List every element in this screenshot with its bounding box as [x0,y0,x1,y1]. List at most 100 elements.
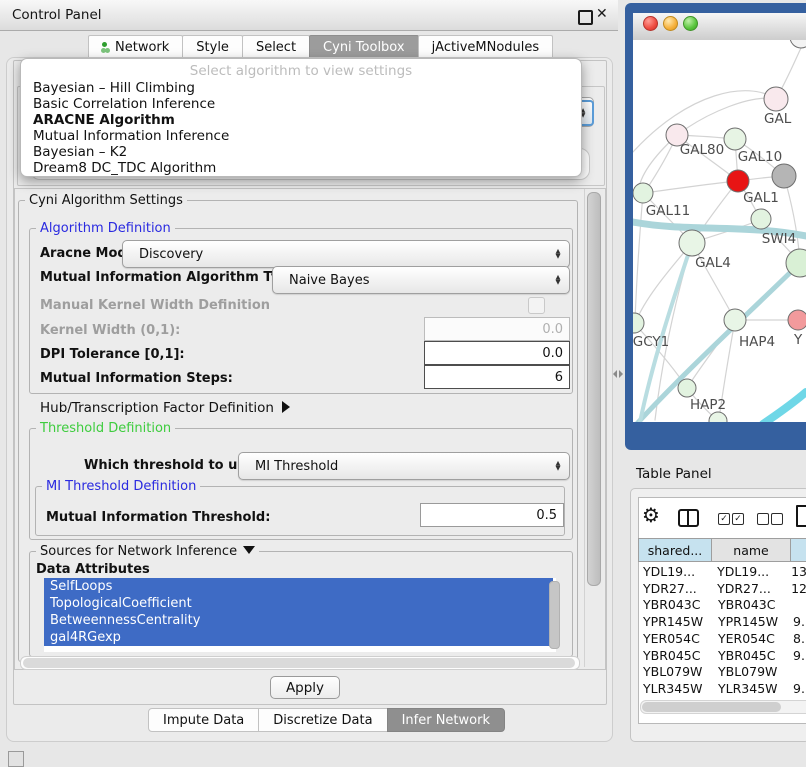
column-header-name[interactable]: name [712,538,791,562]
column-header-shared[interactable]: shared... [638,538,712,562]
dropdown-item-mutual-information-inference[interactable]: Mutual Information Inference [21,128,581,144]
table-cell: YBR045C [638,648,710,663]
network-edge[interactable] [635,193,643,320]
new-column-icon[interactable] [796,505,806,527]
dropdown-item-aracne-algorithm[interactable]: ARACNE Algorithm [21,112,581,128]
table-cell: YPR145W [710,614,788,629]
network-node-y[interactable] [788,310,806,330]
mi-type-combo[interactable]: Naive Bayes ▲▼ [272,266,570,294]
attribute-item-gal4rgexp[interactable]: gal4RGexp [44,629,553,646]
table-row[interactable]: YBL079WYBL079W [638,664,806,681]
tab-cyni-toolbox[interactable]: Cyni Toolbox [309,35,419,59]
horizontal-scrollbar[interactable] [20,656,580,670]
network-node-hap4[interactable] [724,309,746,331]
column-header-3[interactable] [791,538,806,562]
table-row[interactable]: YDR27...YDR27...12 [638,580,806,597]
dpi-tolerance-label: DPI Tolerance [0,1]: [40,347,185,362]
network-graph[interactable]: GALGAL80GAL10GAL1GAL11SWI4GAL4GCY1HAP4YH… [633,40,806,422]
network-edge[interactable] [763,392,806,422]
window-minimize-icon[interactable] [663,16,678,31]
network-node-gal1[interactable] [727,170,749,192]
select-all-checkbox-icon[interactable]: ✓ [718,513,730,525]
table-cell: YLR345W [710,681,788,696]
aracne-mode-value: Discovery [123,247,550,262]
dropdown-item-basic-correlation-inference[interactable]: Basic Correlation Inference [21,96,581,112]
table-row[interactable]: YPR145WYPR145W9. [638,613,806,630]
tab-infer-network[interactable]: Infer Network [387,708,505,732]
network-node-gal4[interactable] [679,230,705,256]
tab-discretize-data[interactable]: Discretize Data [258,708,387,732]
window-close-icon[interactable] [643,16,658,31]
mi-threshold-label: Mutual Information Threshold: [46,510,270,525]
tab-jactivemnodules[interactable]: jActiveMNodules [418,35,554,59]
deselect-all-checkbox-icon[interactable] [757,513,769,525]
sources-title[interactable]: Sources for Network Inference [36,544,259,559]
list-scrollbar-thumb[interactable] [549,581,560,649]
split-divider-left-icon[interactable] [613,370,617,378]
which-threshold-combo[interactable]: MI Threshold ▲▼ [238,452,570,480]
table-row[interactable]: YLR345WYLR345W9. [638,680,806,697]
network-edge[interactable] [636,243,692,321]
tab-style[interactable]: Style [182,35,243,59]
network-node-gcy1[interactable] [633,313,644,333]
network-icon [102,42,107,47]
network-node-gal[interactable] [764,87,788,111]
split-divider-right-icon[interactable] [619,370,623,378]
network-node[interactable] [751,209,771,229]
close-icon[interactable]: ✕ [596,6,608,22]
table-cell: YBR043C [638,597,710,612]
tab-impute-data[interactable]: Impute Data [148,708,259,732]
mi-threshold-field[interactable]: 0.5 [420,503,564,527]
table-cell: 8. [788,631,805,646]
manual-kernel-label: Manual Kernel Width Definition [40,298,270,313]
vertical-scrollbar-thumb[interactable] [587,192,601,586]
network-node-hap2[interactable] [678,379,696,397]
deselect-all-checkbox-icon[interactable] [771,513,783,525]
node-label-gal: GAL [764,111,792,127]
table-row[interactable]: YDL19...YDL19...13 [638,563,806,580]
which-threshold-label: Which threshold to use: [84,458,259,473]
attribute-item-selfloops[interactable]: SelfLoops [44,578,553,595]
network-node[interactable] [790,40,806,48]
manual-kernel-checkbox [528,297,545,314]
mi-threshold-value: 0.5 [536,508,557,523]
attribute-item-betweennesscentrality[interactable]: BetweennessCentrality [44,612,553,629]
dropdown-item-bayesian-k2[interactable]: Bayesian – K2 [21,144,581,160]
kernel-width-value: 0.0 [542,322,563,337]
network-edge[interactable] [677,98,776,135]
network-window-titlebar[interactable] [633,13,806,41]
table-cell: 13 [786,564,806,579]
table-row[interactable]: YBR043CYBR043C [638,597,806,614]
dropdown-item-dream8-dc-tdc-algorithm[interactable]: Dream8 DC_TDC Algorithm [21,160,581,176]
attribute-item-topologicalcoefficient[interactable]: TopologicalCoefficient [44,595,553,612]
combo-spinner-icon: ▲▼ [550,275,566,286]
bottom-tabs: Impute DataDiscretize DataInfer Network [148,708,504,732]
network-node[interactable] [709,412,727,422]
float-panel-icon[interactable] [578,10,593,25]
network-edge[interactable] [643,181,738,193]
network-node-gal10[interactable] [724,128,746,150]
apply-button[interactable]: Apply [270,676,340,699]
network-node-gal11[interactable] [633,183,653,203]
dropdown-item-bayesian-hill-climbing[interactable]: Bayesian – Hill Climbing [21,80,581,96]
dock-panel-icon[interactable] [8,751,24,767]
dropdown-items: Bayesian – Hill ClimbingBasic Correlatio… [21,80,581,176]
data-attributes-list[interactable]: SelfLoopsTopologicalCoefficientBetweenne… [44,578,556,652]
tab-network[interactable]: Network [88,35,183,59]
gear-icon[interactable]: ⚙ [642,503,660,527]
tab-select[interactable]: Select [242,35,310,59]
network-node[interactable] [772,164,796,188]
table-row[interactable]: YBR045CYBR045C9. [638,647,806,664]
table-row[interactable]: YER054CYER054C8. [638,630,806,647]
mi-steps-field[interactable]: 6 [424,365,570,389]
dpi-tolerance-field[interactable]: 0.0 [424,341,570,365]
split-pane-icon[interactable] [678,509,699,527]
kernel-width-field: 0.0 [424,317,570,341]
aracne-mode-combo[interactable]: Discovery ▲▼ [122,240,570,268]
table-scrollbar-thumb[interactable] [642,702,781,712]
table-horizontal-scrollbar[interactable] [640,700,806,714]
window-zoom-icon[interactable] [683,16,698,31]
hub-expander[interactable]: Hub/Transcription Factor Definition [40,400,290,416]
select-all-checkbox-icon[interactable]: ✓ [732,513,744,525]
horizontal-scrollbar-thumb[interactable] [23,658,575,668]
